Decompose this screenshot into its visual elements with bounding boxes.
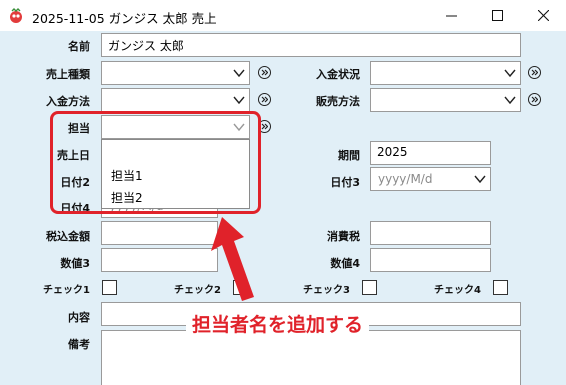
date3-placeholder: yyyy/M/d [378, 172, 433, 186]
window-title: 2025-11-05 ガンジス 太郎 売上 [32, 11, 217, 26]
num4-field[interactable] [370, 248, 491, 272]
chevron-right-icon [531, 69, 538, 76]
maximize-button[interactable] [474, 0, 520, 31]
chevron-right-icon [531, 96, 538, 103]
sales-method-more-button[interactable] [528, 93, 541, 106]
chevron-down-icon [504, 69, 516, 78]
tax-field[interactable] [370, 221, 491, 245]
sales-method-select[interactable] [370, 88, 521, 112]
date3-picker[interactable]: yyyy/M/d [370, 167, 491, 191]
notes-field[interactable] [101, 330, 521, 385]
minimize-button[interactable] [428, 0, 474, 31]
app-icon [10, 8, 22, 23]
payment-status-label: 入金状況 [316, 68, 360, 81]
payment-status-more-button[interactable] [528, 66, 541, 79]
check4-checkbox[interactable] [493, 280, 508, 295]
name-field[interactable]: ガンジス 太郎 [101, 33, 521, 57]
annotation-text: 担当者名を追加する [186, 310, 370, 337]
chevron-down-icon [474, 175, 486, 184]
sales-method-label: 販売方法 [316, 95, 360, 108]
chevron-down-icon [504, 96, 516, 105]
highlight-box [50, 111, 261, 214]
num4-label: 数値4 [330, 257, 360, 270]
content-label: 内容 [68, 311, 90, 324]
tax-label: 消費税 [327, 230, 360, 243]
minimize-icon [445, 15, 457, 17]
arrow-icon [211, 217, 254, 301]
payment-status-select[interactable] [370, 61, 521, 85]
name-label: 名前 [68, 40, 90, 53]
close-button[interactable] [520, 0, 566, 31]
notes-label: 備考 [68, 338, 90, 351]
close-icon [537, 10, 549, 21]
period-field[interactable]: 2025 [370, 141, 491, 165]
chevron-right-icon [261, 123, 268, 130]
title-bar: 2025-11-05 ガンジス 太郎 売上 [0, 0, 566, 31]
maximize-icon [491, 10, 503, 21]
